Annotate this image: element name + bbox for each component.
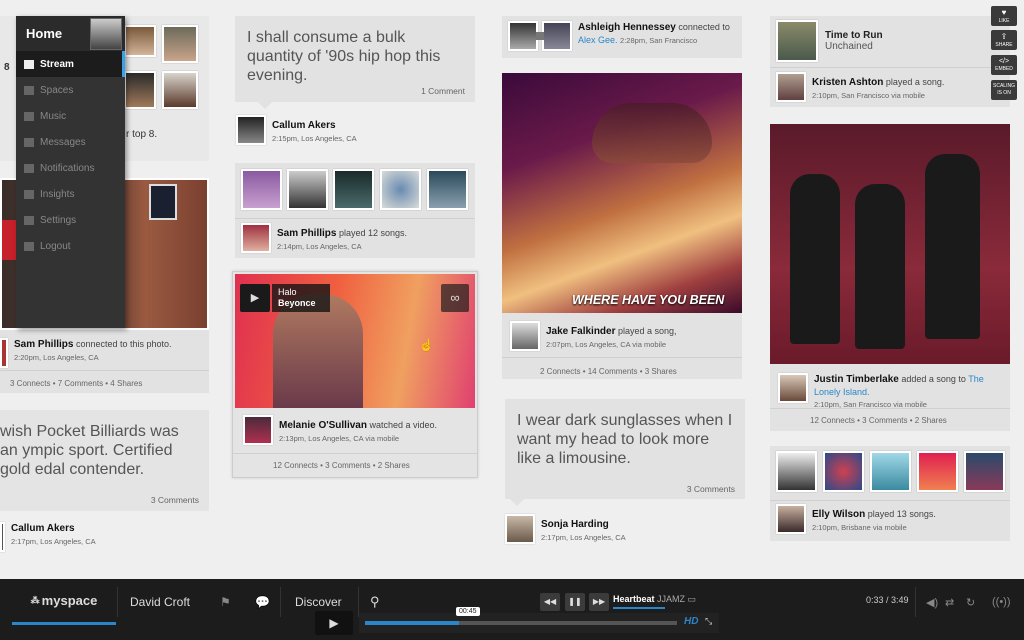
pause-button[interactable]: ❚❚ xyxy=(565,593,585,611)
avatar[interactable] xyxy=(241,223,271,253)
album-art[interactable] xyxy=(287,169,328,210)
menu-home[interactable]: Home xyxy=(16,16,125,51)
video-icon: ▭ xyxy=(687,594,697,604)
grid-icon xyxy=(24,59,34,69)
cursor-icon: ☝ xyxy=(419,338,434,352)
previous-button[interactable]: ◀◀ xyxy=(540,593,560,611)
chat-icon[interactable]: 💬 xyxy=(255,579,270,625)
connect-icon xyxy=(536,32,544,40)
share-icon: ⇪ xyxy=(1000,32,1008,41)
gear-icon xyxy=(24,215,34,225)
progress-bar[interactable]: HD ⤡ xyxy=(359,613,719,633)
menu-item-stream[interactable]: Stream xyxy=(16,51,125,77)
album-cover[interactable]: WHERE HAVE YOU BEEN xyxy=(502,73,742,313)
album-art[interactable] xyxy=(917,451,958,492)
menu-item-insights[interactable]: Insights xyxy=(16,181,125,207)
album-art[interactable] xyxy=(870,451,911,492)
avatar[interactable] xyxy=(162,71,198,109)
quote-card: I wear dark sunglasses when I want my he… xyxy=(505,399,745,499)
avatar[interactable] xyxy=(124,25,156,57)
avatar[interactable] xyxy=(0,522,5,552)
album-art[interactable] xyxy=(776,20,818,62)
album-art[interactable] xyxy=(776,451,817,492)
progress-fill xyxy=(365,621,459,625)
songs-card: Elly Wilson played 13 songs. 2:10pm, Bris… xyxy=(770,446,1010,541)
avatar[interactable] xyxy=(505,514,535,544)
embed-icon: </> xyxy=(998,58,1010,65)
quote-card: I shall consume a bulk quantity of '90s … xyxy=(235,16,475,102)
music-icon xyxy=(24,111,34,121)
video-title: Halo Beyonce xyxy=(272,284,330,312)
broadcast-icon[interactable]: ((•)) xyxy=(992,579,1011,625)
flag-icon xyxy=(24,163,34,173)
repeat-icon[interactable]: ↻ xyxy=(966,579,975,625)
connect-icon[interactable]: ∞ xyxy=(441,284,469,312)
connect-card: Ashleigh Hennessey connected to Alex Gee.… xyxy=(502,16,742,58)
menu-item-notifications[interactable]: Notifications xyxy=(16,155,125,181)
myspace-logo[interactable]: ⁂ myspace xyxy=(12,579,116,625)
user-name[interactable]: David Croft xyxy=(130,579,190,625)
play-button[interactable]: ▶ xyxy=(315,611,353,635)
video-card: ▶ Halo Beyonce ∞ ☝ Melanie O'Sullivan wat… xyxy=(232,271,478,478)
scaling-icon: SCALING IS ON xyxy=(993,83,1015,96)
chart-icon xyxy=(24,189,34,199)
avatar[interactable] xyxy=(510,321,540,351)
avatar[interactable] xyxy=(124,71,156,109)
avatar[interactable] xyxy=(90,18,122,50)
share-button[interactable]: ⇪ SHARE xyxy=(991,30,1017,50)
logout-icon xyxy=(24,241,34,251)
menu-item-logout[interactable]: Logout xyxy=(16,233,125,259)
album-art[interactable] xyxy=(964,451,1005,492)
avatar[interactable] xyxy=(776,504,806,534)
spaces-icon xyxy=(24,85,34,95)
album-post-meta: Jake Falkinder played a song, 2:07pm, Los… xyxy=(502,313,742,379)
album-art[interactable] xyxy=(427,169,468,210)
shuffle-icon[interactable]: ⇄ xyxy=(945,579,954,625)
avatar[interactable] xyxy=(542,21,572,51)
album-art[interactable] xyxy=(823,451,864,492)
album-art[interactable] xyxy=(333,169,374,210)
album-art[interactable] xyxy=(241,169,282,210)
avatar[interactable] xyxy=(162,25,198,63)
time-display: 0:33 / 3:49 xyxy=(866,595,909,605)
embed-button[interactable]: </> EMBED xyxy=(991,55,1017,75)
logo-icon: ⁂ xyxy=(30,595,40,605)
album-art[interactable] xyxy=(380,169,421,210)
like-button[interactable]: ♥ LIKE xyxy=(991,6,1017,26)
quote-card: wish Pocket Billiards was an ympic sport… xyxy=(0,410,209,511)
album-caption: WHERE HAVE YOU BEEN xyxy=(572,293,725,307)
songs-card: Sam Phillips played 12 songs. 2:14pm, Los… xyxy=(235,163,475,258)
menu-item-messages[interactable]: Messages xyxy=(16,129,125,155)
band-photo[interactable] xyxy=(770,124,1010,364)
menu-item-spaces[interactable]: Spaces xyxy=(16,77,125,103)
band-post-meta: Justin Timberlake added a song to The Lo… xyxy=(770,364,1010,431)
photo-post-meta: Sam Phillips connected to this photo. 2:2… xyxy=(0,330,209,393)
main-menu: Home Stream Spaces Music Messages Notifi… xyxy=(16,16,125,328)
heart-icon: ♥ xyxy=(1001,8,1007,17)
fullscreen-icon[interactable]: ⤡ xyxy=(705,616,712,627)
play-button[interactable]: ▶ xyxy=(240,284,270,312)
menu-item-settings[interactable]: Settings xyxy=(16,207,125,233)
scaling-button[interactable]: SCALING IS ON xyxy=(991,80,1017,100)
time-tooltip: 00:45 xyxy=(456,607,480,616)
avatar[interactable] xyxy=(778,373,808,403)
next-button[interactable]: ▶▶ xyxy=(589,593,609,611)
volume-icon[interactable]: ◀) xyxy=(926,579,938,625)
video-thumbnail[interactable]: ▶ Halo Beyonce ∞ ☝ xyxy=(235,274,475,408)
hd-badge[interactable]: HD xyxy=(684,616,698,627)
avatar[interactable] xyxy=(236,115,266,145)
flag-icon[interactable]: ⚑ xyxy=(220,579,231,625)
avatar[interactable] xyxy=(508,21,538,51)
avatar[interactable] xyxy=(243,415,273,445)
message-icon xyxy=(24,137,34,147)
avatar[interactable] xyxy=(776,72,806,102)
avatar[interactable] xyxy=(0,338,8,368)
song-card: Time to Run Unchained Kristen Ashton play… xyxy=(770,16,1010,107)
track-info[interactable]: Heartbeat JJAMZ ▭ xyxy=(613,594,696,605)
menu-item-music[interactable]: Music xyxy=(16,103,125,129)
